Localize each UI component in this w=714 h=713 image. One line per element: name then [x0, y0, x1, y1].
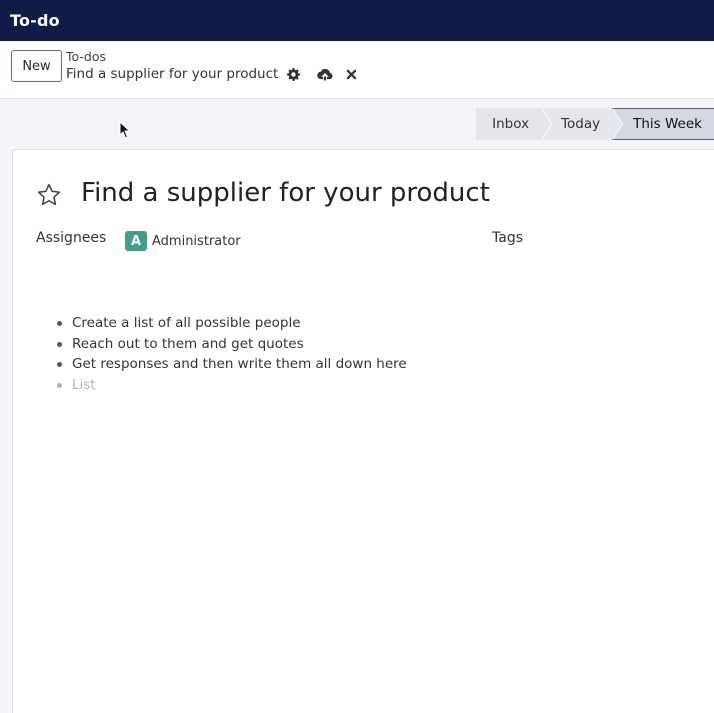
- breadcrumb[interactable]: To-dos: [66, 49, 106, 64]
- assignee-tag[interactable]: A Administrator: [125, 231, 241, 251]
- stage-label: Today: [561, 116, 601, 132]
- tags-label: Tags: [492, 230, 523, 246]
- cloud-upload-icon[interactable]: [316, 65, 334, 83]
- top-navbar: To-do: [0, 0, 714, 41]
- mouse-cursor-icon: [119, 121, 131, 139]
- stage-inbox[interactable]: Inbox: [476, 108, 553, 140]
- record-title[interactable]: Find a supplier for your product: [81, 178, 490, 208]
- tags-input[interactable]: [561, 234, 711, 252]
- star-icon[interactable]: [36, 182, 62, 208]
- stage-label: Inbox: [492, 116, 530, 132]
- record-name: Find a supplier for your product: [66, 66, 279, 82]
- stage-this-week[interactable]: This Week: [612, 108, 714, 140]
- stage-label: This Week: [633, 116, 702, 132]
- stage-statusbar: Inbox Today This Week: [476, 108, 714, 140]
- control-panel: New To-dos Find a supplier for your prod…: [0, 41, 714, 139]
- list-item-placeholder[interactable]: List: [57, 375, 407, 396]
- app-name[interactable]: To-do: [10, 11, 60, 30]
- avatar: A: [125, 231, 147, 251]
- list-item[interactable]: Create a list of all possible people: [57, 313, 407, 334]
- gear-icon[interactable]: [284, 65, 302, 83]
- form-sheet: Find a supplier for your product Assigne…: [12, 149, 714, 713]
- list-item[interactable]: Reach out to them and get quotes: [57, 334, 407, 355]
- notes-list[interactable]: Create a list of all possible people Rea…: [57, 313, 407, 396]
- assignee-name: Administrator: [152, 233, 241, 249]
- assignees-label: Assignees: [36, 230, 107, 246]
- close-icon[interactable]: [342, 65, 360, 83]
- list-item[interactable]: Get responses and then write them all do…: [57, 354, 407, 375]
- new-button[interactable]: New: [11, 50, 62, 82]
- record-line: Find a supplier for your product: [66, 65, 360, 83]
